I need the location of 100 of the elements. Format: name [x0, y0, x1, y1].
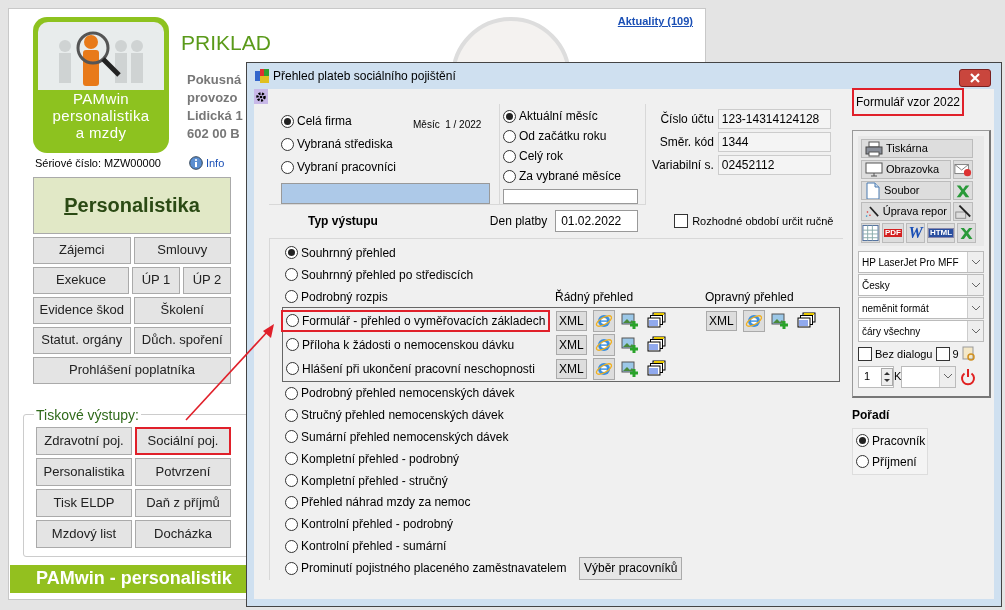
- radio-button[interactable]: [856, 434, 869, 447]
- info-icon[interactable]: [188, 156, 203, 171]
- module-button[interactable]: ÚP 1: [132, 266, 180, 294]
- info-link[interactable]: Info: [205, 155, 225, 172]
- radio-button[interactable]: [286, 362, 299, 376]
- logo-text: personalistika: [52, 107, 150, 124]
- column-heading: Opravný přehled: [705, 288, 794, 306]
- radio-label: Vybraná střediska: [297, 136, 393, 153]
- stacked-pages-icon[interactable]: [794, 311, 817, 330]
- radio-button[interactable]: [285, 246, 298, 260]
- print-button[interactable]: Potvrzení: [135, 457, 231, 486]
- print-button[interactable]: Tisk ELDP: [36, 488, 132, 517]
- checkbox-label: Rozhodné období určit ručně: [692, 213, 834, 229]
- radio-button[interactable]: [285, 561, 298, 575]
- image-add-icon[interactable]: [620, 312, 639, 329]
- account-field[interactable]: 02452112: [717, 155, 831, 175]
- radio-button[interactable]: [503, 129, 516, 143]
- xml-button[interactable]: XML: [556, 358, 587, 379]
- checkbox[interactable]: [858, 347, 872, 362]
- account-field[interactable]: 123-14314124128: [717, 109, 831, 129]
- radio-button[interactable]: [503, 149, 516, 163]
- field-label: Číslo účtu: [660, 110, 714, 128]
- radio-button[interactable]: [285, 495, 298, 509]
- news-link[interactable]: Aktuality (109): [617, 13, 693, 30]
- radio-button[interactable]: [285, 386, 298, 400]
- radio-button[interactable]: [285, 452, 298, 466]
- settings-icon[interactable]: [254, 89, 268, 104]
- radio-button[interactable]: [285, 517, 298, 531]
- image-add-icon[interactable]: [620, 336, 639, 353]
- radio-button[interactable]: [281, 114, 294, 128]
- close-icon: [970, 73, 980, 83]
- radio-button[interactable]: [281, 160, 294, 174]
- power-icon[interactable]: [960, 367, 977, 386]
- module-button[interactable]: Smlouvy: [133, 236, 231, 264]
- stacked-pages-icon[interactable]: [644, 311, 667, 330]
- document-icon: [865, 182, 881, 199]
- selection-field[interactable]: [281, 183, 490, 204]
- output-button[interactable]: Soubor: [861, 181, 951, 200]
- field-label: Den platby: [489, 213, 548, 230]
- radio-label: Podrobný rozpis: [301, 288, 388, 306]
- copies-spinner[interactable]: 1: [858, 365, 894, 388]
- dropdown[interactable]: čáry všechny: [858, 320, 984, 342]
- radio-button[interactable]: [285, 474, 298, 488]
- xml-button[interactable]: XML: [556, 310, 587, 331]
- table-icon[interactable]: [862, 224, 879, 242]
- radio-label: Příloha k žádosti o nemocenskou dávku: [302, 336, 515, 354]
- print-button[interactable]: Sociální poj.: [135, 426, 231, 455]
- xml-button[interactable]: XML: [556, 334, 587, 355]
- radio-button[interactable]: [285, 408, 298, 422]
- months-field[interactable]: [503, 189, 638, 204]
- print-button[interactable]: Zdravotní poj.: [36, 426, 132, 455]
- radio-button[interactable]: [285, 290, 298, 304]
- radio-button[interactable]: [285, 539, 298, 553]
- payment-date-field[interactable]: 01.02.2022: [555, 210, 639, 232]
- pdf-icon[interactable]: PDF: [884, 229, 902, 237]
- radio-label: Od začátku roku: [519, 128, 607, 145]
- radio-button[interactable]: [503, 109, 516, 123]
- address-line: Pokusná: [187, 70, 242, 89]
- module-button[interactable]: Statut. orgány: [33, 326, 131, 354]
- radio-button[interactable]: [286, 338, 299, 352]
- radio-label: Příjmení: [872, 453, 917, 471]
- print-button[interactable]: Personalistika: [36, 457, 132, 486]
- print-button[interactable]: Mzdový list: [36, 519, 132, 548]
- checkbox[interactable]: [935, 347, 950, 362]
- image-add-icon[interactable]: [770, 312, 789, 329]
- email-icon[interactable]: [954, 161, 972, 178]
- module-button[interactable]: Zájemci: [33, 236, 131, 264]
- dropdown[interactable]: HP LaserJet Pro MFF: [858, 251, 984, 273]
- module-button[interactable]: Prohlášení poplatníka: [33, 356, 231, 384]
- module-button[interactable]: ÚP 2: [183, 266, 231, 294]
- image-add-icon[interactable]: [620, 360, 639, 377]
- module-button[interactable]: Školení: [133, 296, 231, 324]
- spreadsheet-icon[interactable]: [958, 225, 975, 241]
- word-icon[interactable]: W: [908, 225, 923, 241]
- radio-button[interactable]: [856, 455, 869, 468]
- output-button[interactable]: Obrazovka: [861, 160, 951, 179]
- module-button[interactable]: Důch. spoření: [133, 326, 231, 354]
- module-button[interactable]: Exekuce: [33, 266, 129, 294]
- radio-button[interactable]: [503, 169, 516, 183]
- select-employees-button[interactable]: Výběr pracovníků: [579, 556, 683, 580]
- html-icon[interactable]: HTML: [927, 228, 955, 238]
- radio-button[interactable]: [285, 430, 298, 444]
- module-button[interactable]: Evidence škod: [33, 296, 131, 324]
- dialog-title: Přehled plateb sociálního pojištění: [273, 68, 456, 85]
- account-field[interactable]: 1344: [717, 132, 831, 152]
- stacked-pages-icon[interactable]: [644, 335, 667, 354]
- xml-button[interactable]: XML: [706, 310, 737, 331]
- output-button[interactable]: Úprava repor: [861, 202, 951, 221]
- dropdown[interactable]: Česky: [858, 274, 984, 296]
- close-button[interactable]: [959, 69, 991, 87]
- stacked-pages-icon[interactable]: [644, 359, 667, 378]
- personalistika-button[interactable]: Personalistika: [33, 176, 231, 234]
- radio-button[interactable]: [281, 137, 294, 151]
- radio-button[interactable]: [285, 268, 298, 282]
- print-button[interactable]: Daň z příjmů: [135, 488, 231, 517]
- print-button[interactable]: Docházka: [135, 519, 231, 548]
- radio-button[interactable]: [286, 314, 299, 328]
- dropdown[interactable]: neměnit formát: [858, 297, 984, 319]
- output-button[interactable]: Tiskárna: [861, 139, 973, 158]
- checkbox[interactable]: [674, 214, 689, 228]
